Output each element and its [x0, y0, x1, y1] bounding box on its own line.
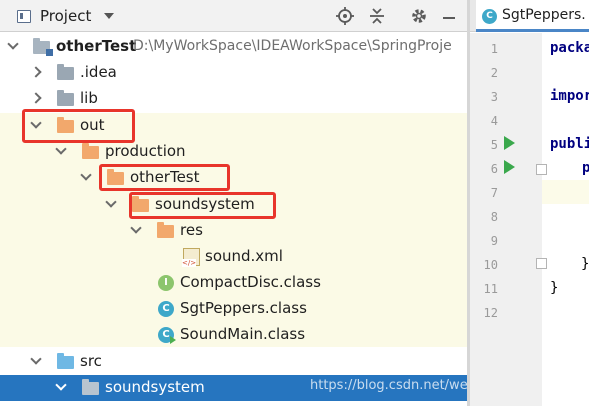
line-number: 9 — [490, 234, 498, 248]
tree-row-othertest[interactable]: otherTest — [0, 165, 467, 191]
hide-panel-icon[interactable] — [440, 7, 458, 25]
line-number: 1 — [490, 42, 498, 56]
idea-folder-label: .idea — [80, 63, 117, 81]
project-view-icon — [17, 10, 31, 23]
collapse-arrow-icon[interactable] — [30, 66, 42, 78]
line-number: 12 — [483, 306, 498, 320]
tree-row-idea[interactable]: .idea — [0, 60, 467, 86]
collapse-arrow-icon[interactable] — [30, 92, 42, 104]
source-folder-icon — [57, 353, 74, 369]
tab-label: SgtPeppers. — [502, 7, 586, 23]
tree-row-root[interactable]: otherTest D:\MyWorkSpace\IDEAWorkSpace\S… — [0, 34, 467, 60]
gear-icon[interactable] — [410, 7, 428, 25]
root-module-path: D:\MyWorkSpace\IDEAWorkSpace\SpringProje — [133, 38, 452, 54]
collapse-all-icon[interactable] — [368, 7, 386, 25]
soundsystem-src-label: soundsystem — [105, 378, 205, 396]
runnable-class-icon: C — [158, 327, 176, 344]
run-gutter-icon[interactable] — [504, 160, 515, 174]
line-number: 2 — [490, 66, 498, 80]
code-line-10[interactable]: } — [581, 256, 589, 272]
class-file-icon: C — [158, 301, 174, 317]
line-number: 7 — [490, 186, 498, 200]
current-line-highlight — [542, 180, 589, 204]
watermark-text: https://blog.csdn.net/weixin_40672761 — [310, 378, 467, 393]
folder-icon — [57, 64, 74, 80]
expand-arrow-icon[interactable] — [55, 379, 67, 391]
fold-icon[interactable] — [536, 258, 547, 269]
tree-row-sgtpeppers[interactable]: C SgtPeppers.class — [0, 296, 467, 322]
line-number: 10 — [483, 258, 498, 272]
code-line-3[interactable]: impor — [550, 88, 589, 104]
production-folder-label: production — [105, 142, 186, 160]
folder-icon — [82, 143, 99, 159]
res-folder-label: res — [180, 221, 203, 239]
fold-icon[interactable] — [536, 164, 547, 175]
code-line-1[interactable]: packa — [550, 40, 589, 56]
lib-folder-label: lib — [80, 89, 98, 107]
tree-row-res[interactable]: res — [0, 218, 467, 244]
tab-sgtpeppers[interactable]: C SgtPeppers. — [476, 0, 589, 32]
editor-tab-bar: C SgtPeppers. — [470, 0, 589, 32]
project-view-title[interactable]: Project — [40, 7, 91, 25]
package-icon — [82, 379, 99, 395]
class-file-icon: C — [482, 9, 497, 24]
expand-arrow-icon[interactable] — [30, 353, 42, 365]
annotation-box-out — [22, 109, 135, 143]
code-line-11[interactable]: } — [550, 280, 558, 296]
expand-arrow-icon[interactable] — [7, 38, 19, 50]
project-panel-header: Project — [0, 0, 467, 32]
line-number: 3 — [490, 90, 498, 104]
sgtpeppers-class-label: SgtPeppers.class — [180, 299, 307, 317]
line-number: 8 — [490, 210, 498, 224]
module-icon — [33, 38, 53, 56]
tree-row-sound-xml[interactable]: sound.xml — [0, 244, 467, 270]
src-folder-label: src — [80, 352, 102, 370]
project-panel: Project otherTest D:\MyWorkSpace\IDEAWor… — [0, 0, 467, 406]
annotation-box-soundsystem — [129, 192, 276, 219]
compactdisc-class-label: CompactDisc.class — [180, 273, 321, 291]
folder-icon — [157, 222, 174, 238]
code-editor: C SgtPeppers. 1 2 3 4 5 6 7 8 9 10 11 12… — [470, 0, 589, 406]
expand-arrow-icon[interactable] — [80, 169, 92, 181]
code-line-6[interactable]: p — [582, 160, 589, 176]
line-number: 5 — [490, 138, 498, 152]
interface-class-icon: I — [158, 275, 174, 291]
run-gutter-icon[interactable] — [504, 136, 515, 150]
expand-arrow-icon[interactable] — [55, 143, 67, 155]
line-number: 6 — [490, 162, 498, 176]
folder-icon — [57, 90, 74, 106]
root-module-label: otherTest — [56, 37, 137, 55]
sound-xml-label: sound.xml — [205, 247, 283, 265]
annotation-box-othertest — [99, 164, 230, 191]
line-number: 11 — [483, 282, 498, 296]
soundmain-class-label: SoundMain.class — [180, 325, 306, 343]
line-number: 4 — [490, 114, 498, 128]
tree-row-src[interactable]: src — [0, 349, 467, 375]
expand-arrow-icon[interactable] — [105, 196, 117, 208]
tree-row-soundmain[interactable]: C SoundMain.class — [0, 322, 467, 348]
tree-row-compactdisc[interactable]: I CompactDisc.class — [0, 270, 467, 296]
code-line-5[interactable]: publi — [550, 136, 589, 152]
chevron-down-icon[interactable] — [104, 13, 114, 19]
xml-file-icon — [182, 248, 200, 267]
locate-icon[interactable] — [336, 7, 354, 25]
expand-arrow-icon[interactable] — [130, 222, 142, 234]
